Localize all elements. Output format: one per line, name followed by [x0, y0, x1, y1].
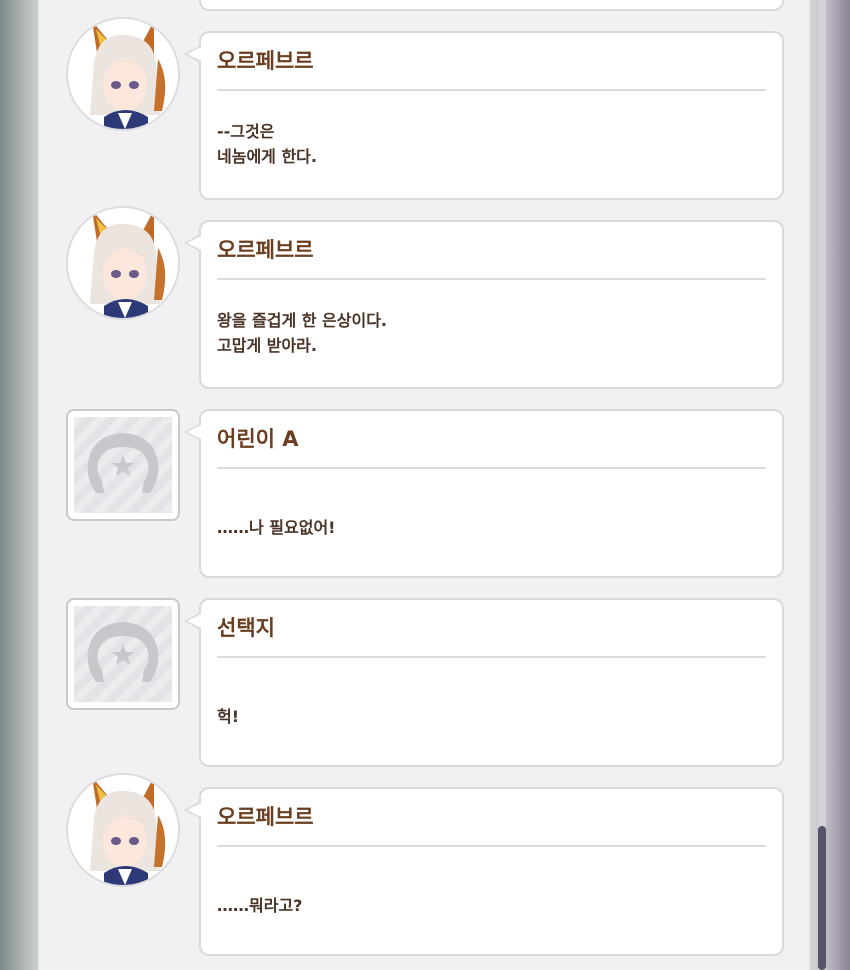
character-portrait-icon	[66, 206, 180, 320]
divider	[217, 656, 766, 658]
previous-message-bubble	[199, 0, 784, 11]
log-entry: 선택지 헉!	[0, 598, 850, 768]
message-text: ‐-그것은 네놈에게 한다.	[217, 122, 317, 166]
message-text: ‥‥‥뭐라고?	[217, 896, 303, 915]
speaker-name: 오르페브르	[217, 805, 314, 829]
message-bubble: 오르페브르 ‥‥‥뭐라고?	[184, 787, 784, 956]
divider	[217, 89, 766, 91]
divider	[217, 278, 766, 280]
divider	[217, 467, 766, 469]
log-entry: 오르페브르 ‐-그것은 네놈에게 한다.	[0, 17, 850, 201]
speaker-name: 오르페브르	[217, 49, 314, 73]
character-portrait-icon	[66, 17, 180, 131]
speaker-name: 선택지	[217, 616, 275, 640]
message-bubble: 오르페브르 ‐-그것은 네놈에게 한다.	[184, 31, 784, 200]
message-text: 왕을 즐겁게 한 은상이다. 고맙게 받아라.	[217, 311, 387, 355]
speaker-name: 어린이 A	[217, 427, 299, 451]
message-text: 헉!	[217, 707, 240, 726]
message-bubble: 오르페브르 왕을 즐겁게 한 은상이다. 고맙게 받아라.	[184, 220, 784, 389]
speaker-name: 오르페브르	[217, 238, 314, 262]
horseshoe-placeholder-icon	[66, 409, 180, 521]
log-entry: 어린이 A ‥‥‥나 필요없어!	[0, 409, 850, 579]
character-portrait-icon	[66, 773, 180, 887]
log-entry: 오르페브르 왕을 즐겁게 한 은상이다. 고맙게 받아라.	[0, 206, 850, 390]
message-text: ‥‥‥나 필요없어!	[217, 518, 336, 537]
horseshoe-placeholder-icon	[66, 598, 180, 710]
log-entry: 오르페브르 ‥‥‥뭐라고?	[0, 773, 850, 957]
message-bubble: 어린이 A ‥‥‥나 필요없어!	[184, 409, 784, 578]
message-bubble: 선택지 헉!	[184, 598, 784, 767]
divider	[217, 845, 766, 847]
